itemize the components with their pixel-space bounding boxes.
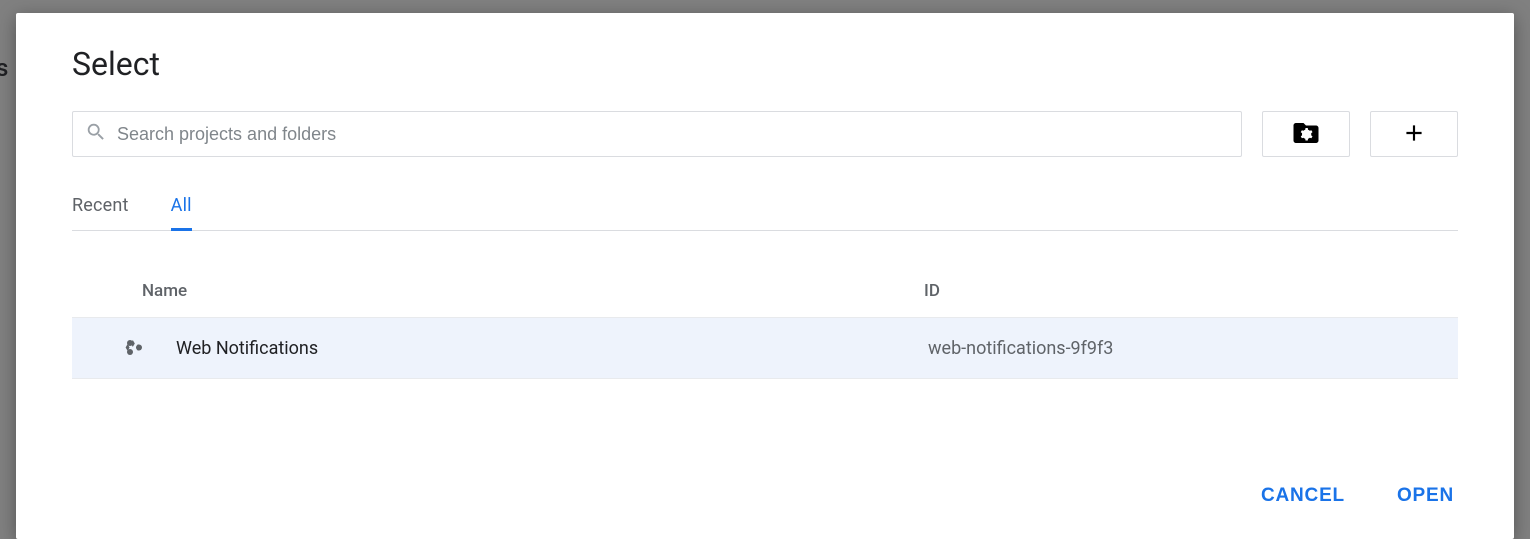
header-name: Name <box>142 281 924 301</box>
tab-recent[interactable]: Recent <box>72 195 129 230</box>
table-header: Name ID <box>72 281 1458 317</box>
new-project-button[interactable] <box>1370 111 1458 157</box>
cancel-button[interactable]: CANCEL <box>1257 477 1349 515</box>
folder-settings-button[interactable] <box>1262 111 1350 157</box>
folder-gear-icon <box>1291 118 1321 151</box>
background-page-fragment: s <box>0 54 8 82</box>
header-id: ID <box>924 281 1458 301</box>
project-select-dialog: Select Recent All Name ID <box>16 13 1514 539</box>
dialog-footer: CANCEL OPEN <box>72 449 1458 515</box>
table-row[interactable]: Web Notifications web-notifications-9f9f… <box>72 317 1458 379</box>
project-name: Web Notifications <box>176 338 928 359</box>
plus-icon <box>1401 120 1427 149</box>
tab-all[interactable]: All <box>171 195 192 230</box>
project-table: Name ID Web Notifications web-notificati… <box>72 281 1458 379</box>
project-id: web-notifications-9f9f3 <box>928 338 1458 359</box>
search-input[interactable] <box>117 124 1229 145</box>
search-icon <box>85 121 107 147</box>
search-row <box>72 111 1458 157</box>
search-box[interactable] <box>72 111 1242 157</box>
tabs: Recent All <box>72 195 1458 231</box>
dialog-title: Select <box>72 45 1458 83</box>
open-button[interactable]: OPEN <box>1393 477 1458 515</box>
project-icon <box>122 336 146 360</box>
